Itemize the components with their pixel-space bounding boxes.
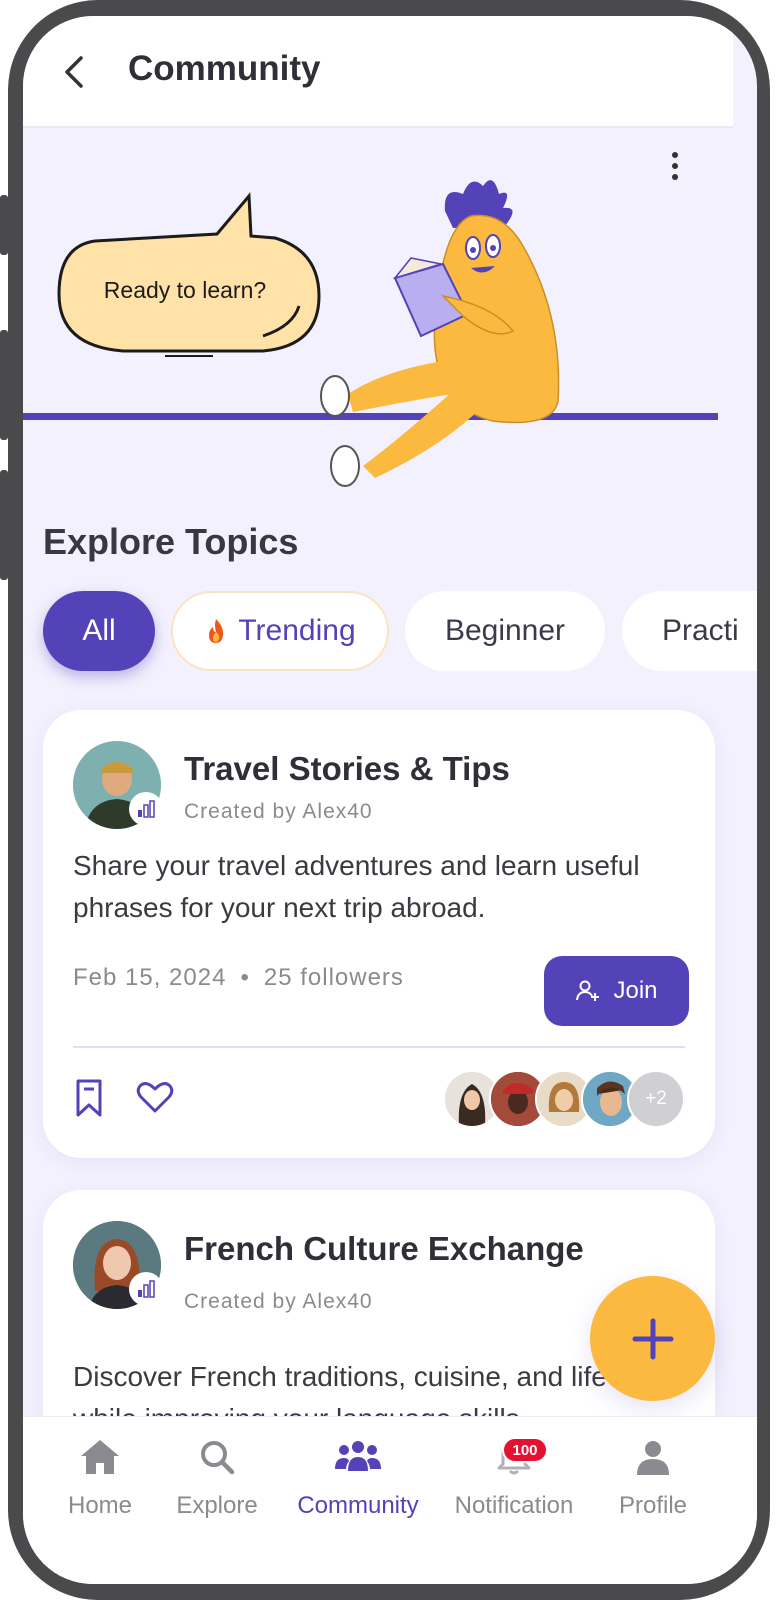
chip-beginner[interactable]: Beginner (405, 591, 605, 671)
nav-label: Notification (454, 1492, 574, 1519)
community-icon (335, 1441, 381, 1471)
back-arrow-icon[interactable] (59, 52, 91, 92)
hero-illustration: Ready to learn? (23, 180, 718, 487)
nav-item-explore[interactable]: Explore (171, 1437, 263, 1520)
home-icon (81, 1440, 119, 1474)
add-user-icon (576, 980, 600, 1001)
member-avatar-stack[interactable]: +2 (443, 1070, 685, 1128)
notification-badge: 100 (502, 1437, 548, 1463)
chip-practice[interactable]: Practi (622, 591, 757, 671)
nav-item-home[interactable]: Home (59, 1437, 141, 1520)
card-creator: Created by Alex40 (184, 1290, 373, 1313)
chip-label: Trending (238, 614, 356, 647)
nav-label: Profile (618, 1492, 688, 1519)
nav-label: Home (67, 1492, 133, 1519)
bookmark-icon[interactable] (73, 1078, 105, 1118)
fire-icon (209, 619, 224, 643)
join-label: Join (613, 977, 658, 1004)
nav-item-community[interactable]: Community (293, 1437, 423, 1520)
profile-icon (637, 1441, 669, 1475)
phone-side-button (0, 330, 8, 440)
create-topic-button[interactable] (590, 1276, 715, 1401)
bottom-navigation: Home Explore Community 100 Notification … (23, 1416, 757, 1584)
card-date: Feb 15, 2024 (73, 964, 227, 991)
chip-label: Practi (662, 614, 739, 647)
heart-icon[interactable] (136, 1080, 174, 1114)
card-followers: 25 followers (263, 964, 404, 991)
nav-item-profile[interactable]: Profile (613, 1437, 693, 1520)
app-bar: Community (23, 16, 733, 128)
card-title: Travel Stories & Tips (184, 750, 510, 787)
chip-label: Beginner (444, 614, 566, 647)
nav-label: Explore (176, 1492, 258, 1519)
section-title: Explore Topics (43, 521, 299, 562)
card-meta: Feb 15, 2024 • 25 followers (73, 964, 404, 991)
topic-card[interactable]: Travel Stories & Tips Created by Alex40 … (43, 710, 715, 1158)
chip-trending[interactable]: Trending (171, 591, 389, 671)
join-button[interactable]: Join (544, 956, 689, 1026)
app-screen: Community Ready to learn? Explore Topics… (23, 16, 757, 1584)
card-description: Share your travel adventures and learn u… (73, 850, 640, 923)
more-members-count: +2 (627, 1070, 685, 1128)
page-title: Community (128, 49, 321, 88)
chip-all[interactable]: All (43, 591, 155, 671)
chip-label: All (82, 614, 116, 647)
level-badge-icon (129, 1272, 163, 1306)
nav-item-notification[interactable]: 100 Notification (449, 1437, 579, 1520)
search-icon (201, 1441, 235, 1475)
card-divider (73, 1046, 685, 1048)
phone-side-button (0, 470, 8, 580)
level-badge-icon (129, 792, 163, 826)
nav-label: Community (297, 1492, 419, 1519)
card-creator: Created by Alex40 (184, 800, 373, 823)
speech-bubble-text: Ready to learn? (104, 277, 266, 303)
phone-side-button (0, 195, 8, 255)
card-title: French Culture Exchange (184, 1230, 584, 1267)
plus-icon (632, 1318, 673, 1359)
topic-chip-row: All Trending Beginner Practi (43, 591, 757, 681)
